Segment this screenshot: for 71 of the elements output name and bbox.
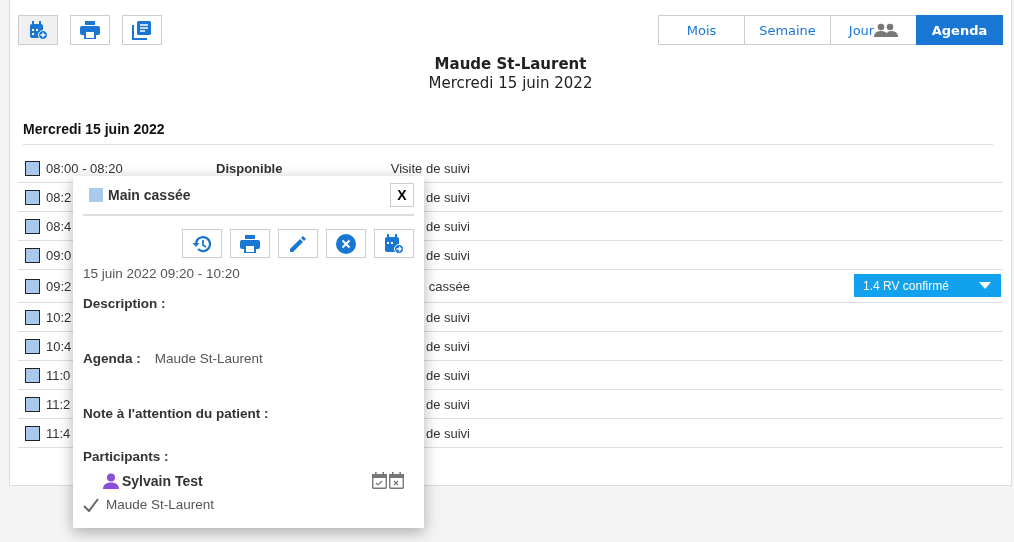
color-square xyxy=(25,309,40,325)
field-label: Participants : xyxy=(83,449,170,464)
view-tab[interactable]: Agenda xyxy=(916,15,1003,45)
edit-button[interactable] xyxy=(278,229,318,258)
color-square xyxy=(25,425,40,441)
color-square xyxy=(25,189,40,205)
person-icon xyxy=(103,472,119,489)
print-button[interactable] xyxy=(230,229,270,258)
field-label: Description : xyxy=(83,296,166,311)
cancel-button[interactable] xyxy=(326,229,366,258)
time-range: 11:4 xyxy=(46,425,71,441)
participant-name: Maude St-Laurent xyxy=(106,497,215,512)
color-square xyxy=(89,188,103,202)
color-square xyxy=(25,367,40,383)
time-range: 08:2 xyxy=(46,189,72,205)
new-appointment-button[interactable] xyxy=(18,15,58,45)
appointment-type: de suivi xyxy=(425,367,470,383)
time-range: 09:2 xyxy=(46,278,72,294)
caret-icon xyxy=(979,282,991,289)
appointment-type: cassée xyxy=(428,278,470,294)
color-square xyxy=(25,160,40,176)
appointment-type: de suivi xyxy=(425,189,470,205)
time-range: 10:2 xyxy=(46,309,72,325)
appointment-type: de suivi xyxy=(425,247,470,263)
appointment-type: de suivi xyxy=(425,218,470,234)
appointment-type: de suivi xyxy=(425,396,470,412)
color-square xyxy=(25,338,40,354)
close-button[interactable]: X xyxy=(390,183,414,207)
appointment-type: de suivi xyxy=(425,425,470,441)
move-button[interactable] xyxy=(374,229,414,258)
appointment-type: Visite de suivi xyxy=(390,160,470,176)
cancel-icon xyxy=(336,233,356,254)
printer-icon xyxy=(240,234,260,253)
field-value: Maude St-Laurent xyxy=(154,351,263,366)
participant-name: Sylvain Test xyxy=(122,472,204,489)
time-range: 08:4 xyxy=(46,218,72,234)
color-square xyxy=(25,396,40,412)
document-list-icon xyxy=(132,20,152,40)
list-button[interactable] xyxy=(122,15,162,45)
calendar-arrow-icon xyxy=(384,233,404,254)
checkmark-icon xyxy=(83,497,99,512)
calendar-check-icon[interactable] xyxy=(372,472,387,489)
appointment-type: de suivi xyxy=(425,338,470,354)
color-square xyxy=(25,218,40,234)
view-tab[interactable]: Jour xyxy=(830,15,917,45)
color-square xyxy=(25,278,40,294)
time-range: 11:2 xyxy=(46,396,71,412)
view-tab[interactable]: Mois xyxy=(658,15,745,45)
printer-icon xyxy=(80,21,100,39)
time-range: 11:0 xyxy=(46,367,71,383)
history-icon xyxy=(192,233,212,254)
pencil-icon xyxy=(289,234,307,253)
view-tab[interactable]: Semaine xyxy=(744,15,831,45)
time-range: 08:00 - 08:20 xyxy=(46,160,123,176)
field-label: Note à l'attention du patient : xyxy=(83,406,269,421)
day-heading: Mercredi 15 juin 2022 xyxy=(23,121,993,145)
time-range: 10:4 xyxy=(46,338,72,354)
field-label: Agenda : xyxy=(83,351,141,366)
appointment-time: 15 juin 2022 09:20 - 10:20 xyxy=(83,266,241,281)
appointment-title: Main cassée xyxy=(108,187,192,203)
time-range: 09:0 xyxy=(46,247,72,263)
status-dropdown[interactable]: 1.4 RV confirmé xyxy=(854,274,1001,297)
print-button[interactable] xyxy=(70,15,110,45)
calendar-add-icon xyxy=(28,20,48,40)
history-button[interactable] xyxy=(182,229,222,258)
availability: Disponible xyxy=(216,160,283,176)
agenda-date: Mercredi 15 juin 2022 xyxy=(427,74,594,92)
agenda-owner: Maude St-Laurent xyxy=(433,55,588,73)
appointment-type: de suivi xyxy=(425,309,470,325)
calendar-cross-icon[interactable] xyxy=(389,472,404,489)
color-square xyxy=(25,247,40,263)
